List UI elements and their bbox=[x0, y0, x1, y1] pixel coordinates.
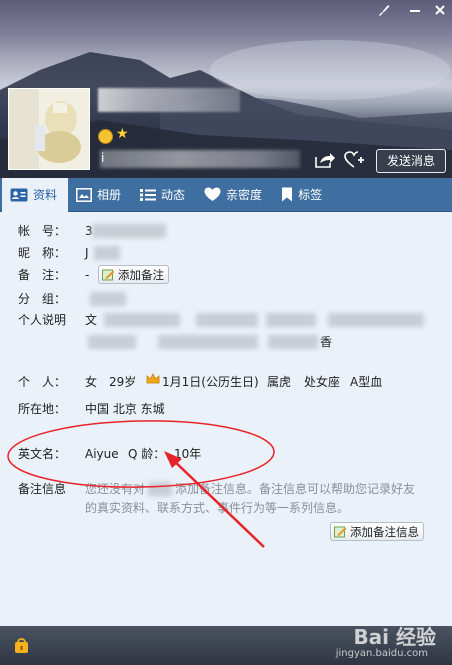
bio-prefix: 文 bbox=[85, 313, 98, 327]
add-friend-heart-icon[interactable] bbox=[344, 151, 366, 169]
add-remark-button[interactable]: 添加备注 bbox=[98, 265, 169, 284]
photo-album-icon bbox=[76, 187, 92, 202]
tab-feed[interactable]: 动态 bbox=[132, 178, 196, 212]
english-name: Aiyue bbox=[85, 447, 119, 461]
tab-tags[interactable]: 标签 bbox=[273, 178, 333, 212]
note-text-1a: 您还没有对 bbox=[85, 482, 146, 496]
nickname-label: 昵 称： bbox=[18, 246, 67, 260]
note-info-label: 备注信息 bbox=[18, 482, 67, 496]
q-age: 10年 bbox=[174, 447, 202, 461]
bookmark-tag-icon bbox=[282, 187, 293, 202]
nickname-blurred bbox=[94, 246, 120, 260]
note-text-2: 的真实资料、联系方式、事件行为等一系列信息。 bbox=[85, 501, 350, 515]
tab-label: 亲密度 bbox=[226, 188, 263, 202]
heart-icon bbox=[204, 187, 221, 201]
location-row: 所在地： 中国 北京 东城 bbox=[18, 400, 438, 418]
smiley-status-icon bbox=[98, 129, 113, 144]
nickname-row: 昵 称： J bbox=[18, 244, 438, 262]
profile-header: ★ i 发送消息 bbox=[0, 0, 452, 178]
bio-blurred-5 bbox=[88, 335, 136, 349]
bio-tail: 香 bbox=[320, 335, 333, 349]
english-name-row: 英文名： Aiyue Q 龄： 10年 bbox=[18, 445, 438, 463]
english-name-label: 英文名： bbox=[18, 447, 67, 461]
feed-list-icon bbox=[140, 188, 157, 201]
zodiac: 属虎 bbox=[267, 375, 292, 389]
profile-content: 帐 号： 3 昵 称： J 备 注： - 添加备注 分 组： 个人说明 文 香 … bbox=[0, 212, 452, 626]
note-text-1b: 添加备注信息。备注信息可以帮助您记录好友 bbox=[175, 482, 416, 496]
star-level-icon: ★ bbox=[116, 126, 129, 142]
bio-row-2: 香 bbox=[18, 333, 438, 351]
note-info-row-2: 的真实资料、联系方式、事件行为等一系列信息。 bbox=[18, 499, 448, 517]
bio-blurred-4 bbox=[328, 313, 424, 327]
bio-blurred-6 bbox=[158, 335, 258, 349]
nickname-blurred bbox=[98, 88, 240, 112]
tab-label: 资料 bbox=[33, 188, 58, 202]
bio-blurred-7 bbox=[268, 335, 318, 349]
close-icon[interactable] bbox=[431, 3, 449, 17]
footer-bar: Bai 经验 jingyan.baidu.com bbox=[0, 626, 452, 665]
personal-label: 个 人： bbox=[18, 375, 67, 389]
profile-card-icon bbox=[10, 188, 28, 201]
tab-intimacy[interactable]: 亲密度 bbox=[196, 178, 273, 212]
note-blurred-name bbox=[148, 482, 172, 496]
group-blurred bbox=[90, 292, 126, 306]
avatar[interactable] bbox=[8, 88, 90, 170]
bio-label: 个人说明 bbox=[18, 313, 67, 327]
add-remark-info-button[interactable]: 添加备注信息 bbox=[330, 522, 424, 541]
crown-icon bbox=[146, 372, 160, 390]
group-row: 分 组： bbox=[18, 290, 438, 308]
account-blurred bbox=[92, 224, 166, 238]
tab-label: 相册 bbox=[97, 188, 122, 202]
add-remark-label: 添加备注 bbox=[118, 267, 164, 282]
blood-type: A型血 bbox=[350, 375, 383, 389]
tab-label: 动态 bbox=[161, 188, 186, 202]
qq-security-icon[interactable] bbox=[14, 638, 30, 654]
add-remark-info-label: 添加备注信息 bbox=[350, 524, 419, 539]
tab-label: 标签 bbox=[298, 188, 323, 202]
birthday: 1月1日(公历生日) bbox=[162, 375, 259, 389]
note-info-row: 备注信息 您还没有对 添加备注信息。备注信息可以帮助您记录好友 bbox=[18, 480, 448, 498]
age: 29岁 bbox=[109, 375, 137, 389]
send-message-button[interactable]: 发送消息 bbox=[376, 149, 446, 173]
q-age-label: Q 龄： bbox=[128, 447, 166, 461]
gender: 女 bbox=[85, 375, 98, 389]
constellation: 处女座 bbox=[304, 375, 341, 389]
account-label: 帐 号： bbox=[18, 224, 67, 238]
group-label: 分 组： bbox=[18, 292, 67, 306]
bio-blurred-2 bbox=[196, 313, 258, 327]
tab-profile[interactable]: 资料 bbox=[2, 177, 69, 212]
bio-row: 个人说明 文 bbox=[18, 311, 438, 329]
tab-bar: 资料 相册 动态 亲密度 标签 bbox=[0, 177, 452, 212]
location: 中国 北京 东城 bbox=[85, 402, 165, 416]
personal-row: 个 人： 女 29岁 1月1日(公历生日) 属虎 处女座 A型血 bbox=[18, 373, 438, 391]
account-row: 帐 号： 3 bbox=[18, 222, 438, 240]
watermark-brand: Bai 经验 bbox=[353, 625, 436, 649]
bio-blurred-3 bbox=[266, 313, 316, 327]
bio-blurred-1 bbox=[104, 313, 180, 327]
share-icon[interactable] bbox=[314, 151, 336, 169]
remark-value: - bbox=[85, 268, 90, 282]
location-label: 所在地： bbox=[18, 402, 67, 416]
tab-album[interactable]: 相册 bbox=[68, 178, 132, 212]
edit-note-icon bbox=[102, 269, 115, 280]
edit-note-icon bbox=[334, 526, 347, 537]
nickname-prefix: J bbox=[85, 246, 89, 260]
watermark-url: jingyan.baidu.com bbox=[335, 648, 428, 659]
remark-row: 备 注： - bbox=[18, 266, 438, 284]
remark-label: 备 注： bbox=[18, 268, 67, 282]
skin-brush-icon[interactable] bbox=[375, 3, 393, 17]
minimize-icon[interactable] bbox=[406, 3, 424, 17]
signature-blurred bbox=[100, 150, 300, 168]
